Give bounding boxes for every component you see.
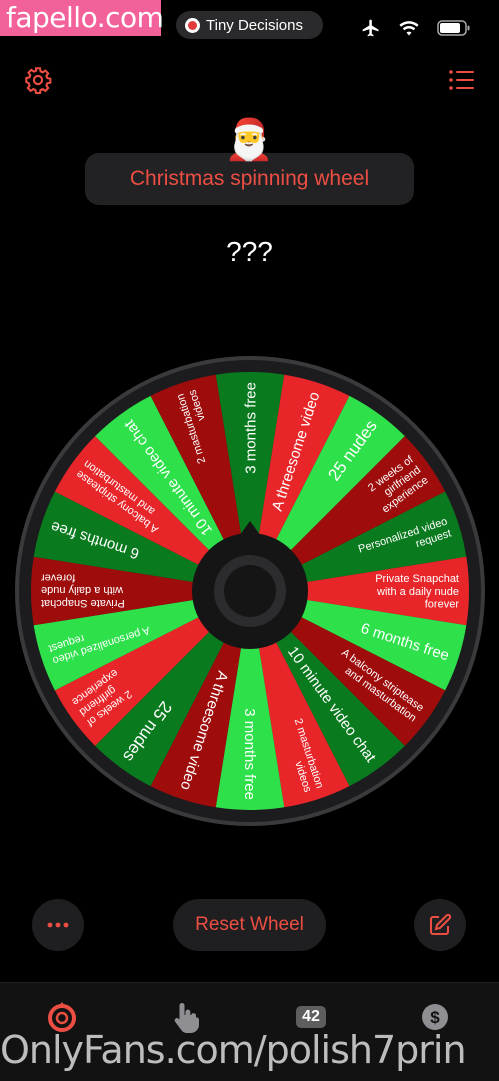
watermark-bottom: OnlyFans.com/polish7prin — [0, 1028, 467, 1072]
ellipsis-icon — [47, 922, 69, 928]
battery-icon — [437, 20, 470, 36]
reset-wheel-button[interactable]: Reset Wheel — [173, 899, 326, 951]
watermark-top: fapello.com — [0, 0, 164, 36]
svg-text:$: $ — [430, 1008, 440, 1027]
edit-wheel-button[interactable] — [414, 899, 466, 951]
wheel-segment-label: 3 months free — [241, 708, 258, 800]
system-status-icons — [361, 18, 471, 38]
app-pill: Tiny Decisions — [176, 11, 323, 39]
app-pill-label: Tiny Decisions — [206, 16, 303, 34]
more-options-button[interactable] — [32, 899, 84, 951]
santa-emoji-icon: 🎅 — [224, 118, 274, 162]
wifi-icon — [399, 21, 419, 36]
record-icon — [185, 17, 200, 33]
spinning-wheel[interactable]: 3 months free A threesome video 25 nudes2 … — [14, 355, 486, 827]
wheel-segment-label: 3 months free — [242, 382, 259, 474]
spin-result: ??? — [226, 236, 273, 267]
counter-badge: 42 — [296, 1006, 326, 1028]
gear-icon[interactable] — [24, 66, 52, 94]
airplane-icon — [362, 19, 379, 37]
dollar-icon: $ — [422, 1004, 448, 1030]
list-icon[interactable] — [448, 68, 474, 92]
edit-icon — [430, 913, 452, 935]
